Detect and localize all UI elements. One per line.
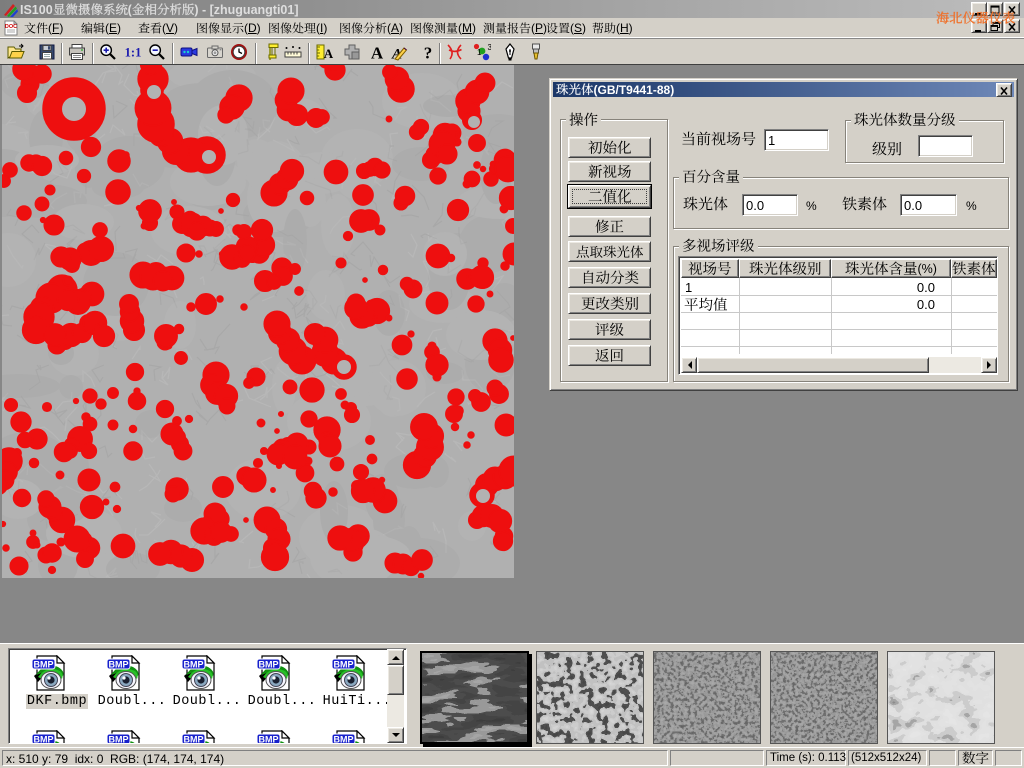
- svg-text:1:1: 1:1: [125, 45, 142, 59]
- svg-text:3: 3: [488, 43, 492, 52]
- svg-text:1: 1: [477, 48, 482, 57]
- svg-text:A: A: [324, 46, 334, 61]
- svg-text:?: ?: [424, 43, 433, 62]
- svg-text:A: A: [371, 43, 384, 62]
- svg-text:DOC: DOC: [5, 24, 17, 30]
